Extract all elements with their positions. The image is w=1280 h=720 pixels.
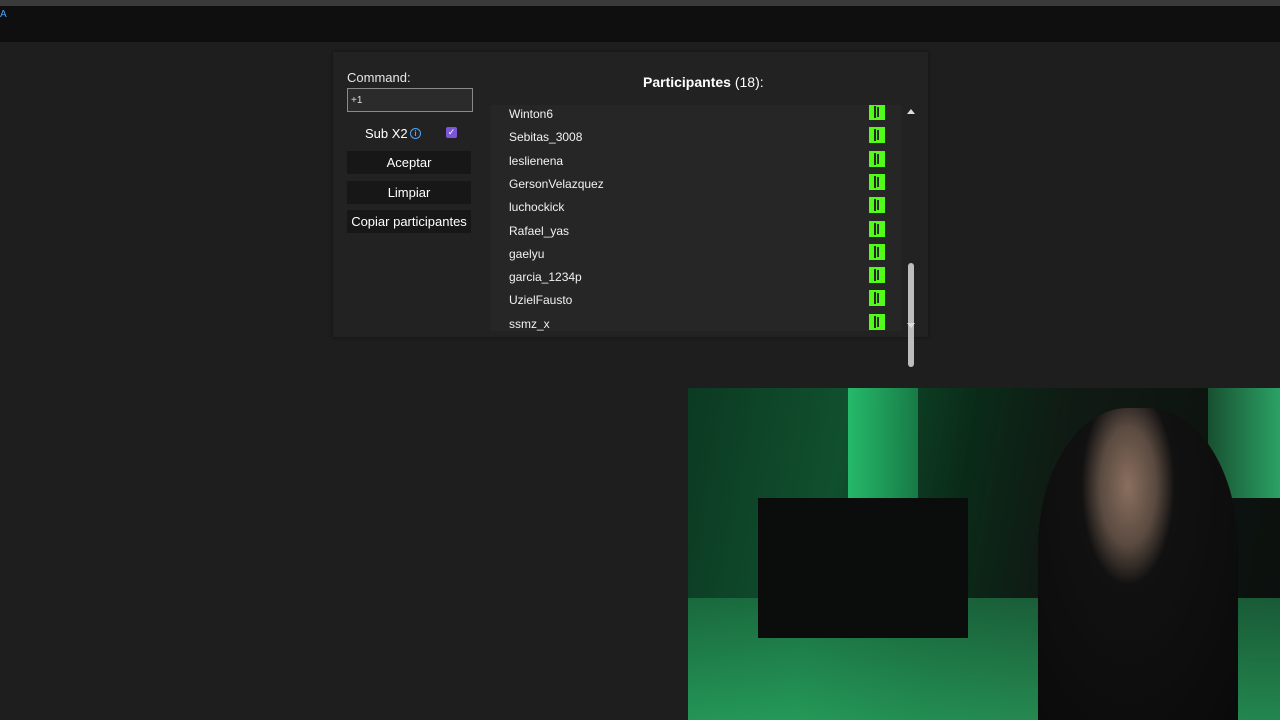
kick-icon <box>869 173 885 190</box>
participant-row: Sebitas_3008 <box>491 126 891 149</box>
participant-row: Rafael_yas <box>491 220 891 243</box>
copiar-participantes-button[interactable]: Copiar participantes <box>347 210 471 233</box>
participant-row: leslienena <box>491 150 891 173</box>
participant-row: Winton6 <box>491 105 891 126</box>
participants-title-label: Participantes <box>643 74 731 90</box>
participant-name: GersonVelazquez <box>509 176 604 191</box>
kick-icon <box>869 127 885 144</box>
top-bar: A <box>0 6 1280 42</box>
aceptar-button[interactable]: Aceptar <box>347 151 471 174</box>
participants-scrollbar[interactable] <box>905 105 917 367</box>
participant-name: garcia_1234p <box>509 270 582 285</box>
kick-icon <box>869 150 885 167</box>
kick-icon <box>869 313 885 330</box>
participant-name: Rafael_yas <box>509 223 570 238</box>
kick-icon <box>869 105 885 120</box>
scroll-up-arrow-icon[interactable] <box>907 109 915 114</box>
brand-text: A <box>0 9 7 20</box>
webcam-overlay <box>688 388 1280 720</box>
info-icon[interactable]: i <box>410 128 421 139</box>
participant-row: luchockick <box>491 196 891 219</box>
participant-name: leslienena <box>509 153 564 168</box>
participant-row: GersonVelazquez <box>491 173 891 196</box>
scroll-down-arrow-icon[interactable] <box>907 323 915 328</box>
participants-count: (18): <box>734 74 764 90</box>
kick-icon <box>869 267 885 284</box>
participants-title: Participantes (18): <box>643 74 764 90</box>
sub-x2-label: Sub X2 <box>365 126 408 141</box>
webcam-desk <box>758 498 968 638</box>
kick-icon <box>869 243 885 260</box>
participant-name: luchockick <box>509 200 565 215</box>
kick-icon <box>869 197 885 214</box>
sub-x2-row: Sub X2 i ✓ <box>365 126 465 142</box>
participant-row: garcia_1234p <box>491 266 891 289</box>
command-label: Command: <box>347 70 411 85</box>
participant-name: gaelyu <box>509 246 545 261</box>
participants-list[interactable]: Winton6 Sebitas_3008 leslienena GersonVelaz… <box>491 105 901 331</box>
limpiar-button[interactable]: Limpiar <box>347 181 471 204</box>
command-input[interactable] <box>347 88 473 112</box>
participant-row: UzielFausto <box>491 289 891 312</box>
participant-row: ssmz_x <box>491 313 891 331</box>
participant-name: UzielFausto <box>509 293 573 308</box>
participant-row: gaelyu <box>491 243 891 266</box>
giveaway-panel: Command: Sub X2 i ✓ Aceptar Limpiar Copi… <box>333 52 928 367</box>
participant-name: ssmz_x <box>509 316 550 331</box>
kick-icon <box>869 290 885 307</box>
kick-icon <box>869 220 885 237</box>
webcam-person <box>1038 408 1238 720</box>
sub-x2-checkbox[interactable]: ✓ <box>446 127 457 138</box>
scroll-thumb[interactable] <box>908 263 914 367</box>
participant-name: Sebitas_3008 <box>509 130 583 145</box>
participant-name: Winton6 <box>509 107 554 121</box>
